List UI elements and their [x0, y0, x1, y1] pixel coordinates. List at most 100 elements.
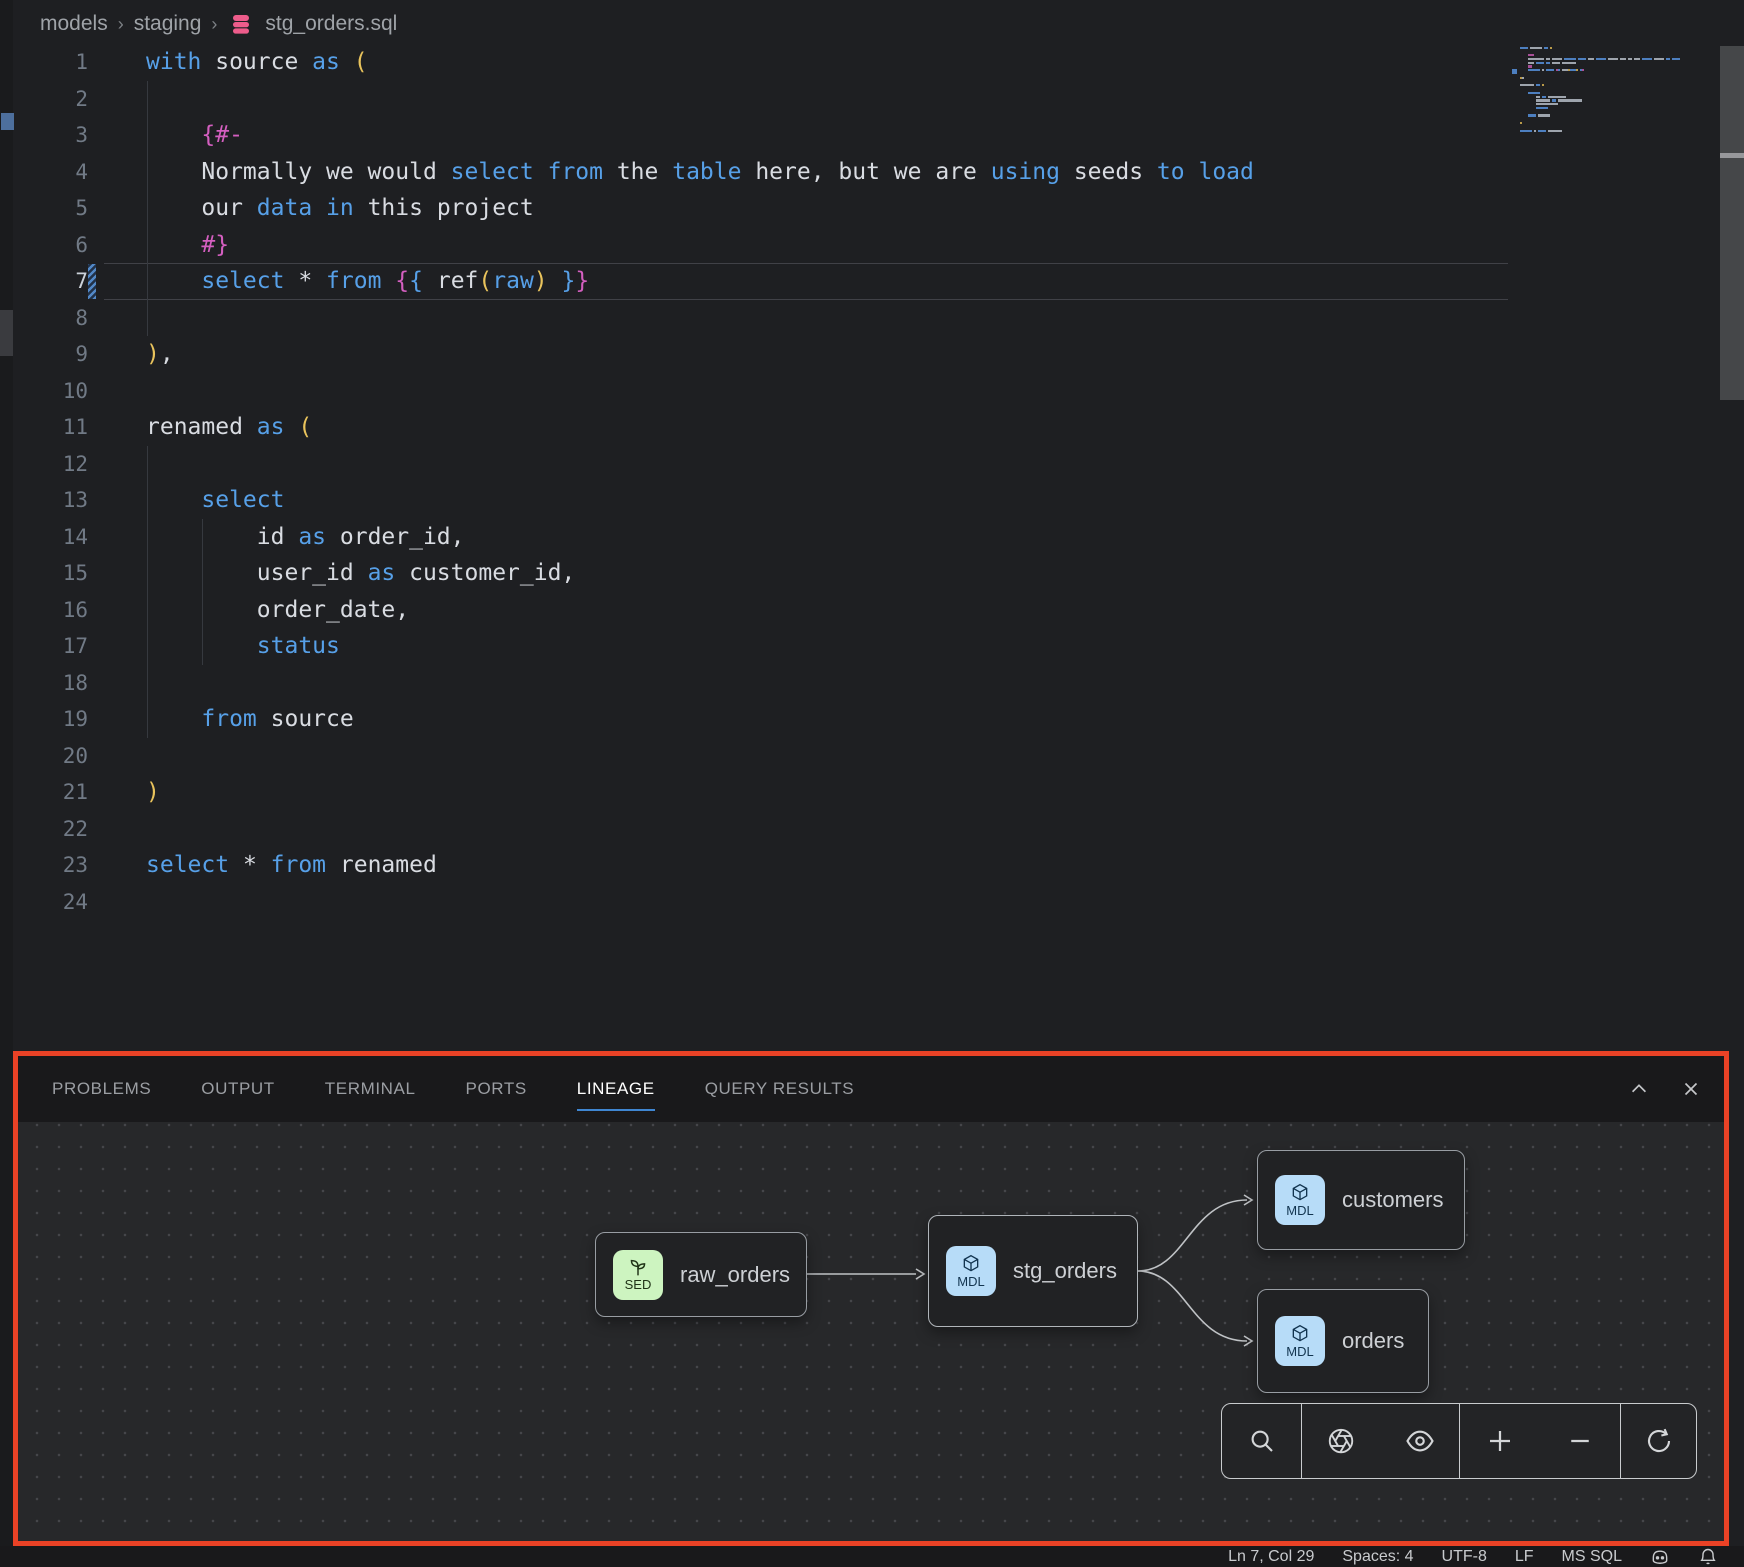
node-label: raw_orders: [680, 1262, 790, 1288]
gutter-line-number: 6: [30, 227, 88, 264]
scrollbar[interactable]: [1720, 46, 1744, 1040]
gutter-line-number: 19: [30, 701, 88, 738]
code-line[interactable]: {#-: [146, 117, 243, 154]
gutter-line-number: 3: [30, 117, 88, 154]
notifications-button[interactable]: [1698, 1547, 1718, 1567]
cube-icon: [1290, 1183, 1310, 1203]
gutter-line-number: 14: [30, 519, 88, 556]
chevron-right-icon: ›: [211, 14, 217, 35]
lineage-node-customers[interactable]: MDL customers: [1257, 1150, 1465, 1250]
breadcrumb-item-staging[interactable]: staging: [134, 12, 202, 36]
breadcrumb-item-models[interactable]: models: [40, 12, 108, 36]
gutter-line-number: 1: [30, 44, 88, 81]
gutter-line-number: 18: [30, 665, 88, 702]
code-line[interactable]: status: [146, 628, 340, 665]
gutter-line-number: 5: [30, 190, 88, 227]
database-icon: [229, 12, 253, 36]
code-line[interactable]: order_date,: [146, 592, 409, 629]
panel-close-button[interactable]: [1680, 1078, 1702, 1100]
seed-badge: SED: [613, 1250, 663, 1300]
gutter-line-number: 9: [30, 336, 88, 373]
gutter-line-number: 23: [30, 847, 88, 884]
tab-problems[interactable]: PROBLEMS: [52, 1073, 151, 1105]
aperture-icon: [1326, 1426, 1356, 1456]
indentation[interactable]: Spaces: 4: [1342, 1548, 1413, 1566]
left-edge-grip[interactable]: [0, 310, 13, 356]
code-line[interactable]: our data in this project: [146, 190, 534, 227]
edge-stg-to-orders: [1138, 1271, 1247, 1341]
search-icon: [1247, 1426, 1277, 1456]
refresh-icon: [1644, 1426, 1674, 1456]
eye-icon: [1405, 1426, 1435, 1456]
tab-output[interactable]: OUTPUT: [201, 1073, 274, 1105]
code-line[interactable]: Normally we would select from the table …: [146, 154, 1254, 191]
gutter-line-number: 20: [30, 738, 88, 775]
overview-ruler-modified-decoration: [1, 113, 14, 130]
code-line[interactable]: #}: [146, 227, 229, 264]
copilot-icon: [1650, 1547, 1670, 1567]
panel-tab-bar: PROBLEMS OUTPUT TERMINAL PORTS LINEAGE Q…: [18, 1056, 1724, 1122]
code-line[interactable]: select * from {{ ref(raw) }}: [146, 263, 589, 300]
node-label: orders: [1342, 1328, 1404, 1354]
tab-terminal[interactable]: TERMINAL: [325, 1073, 416, 1105]
scrollbar-thumb[interactable]: [1720, 46, 1744, 400]
gutter-line-number: 13: [30, 482, 88, 519]
gutter-line-number: 16: [30, 592, 88, 629]
seedling-icon: [628, 1259, 648, 1277]
code-line[interactable]: select * from renamed: [146, 847, 437, 884]
chevron-right-icon: ›: [118, 14, 124, 35]
visibility-button[interactable]: [1405, 1426, 1435, 1456]
lineage-node-orders[interactable]: MDL orders: [1257, 1289, 1429, 1393]
panel-maximize-button[interactable]: [1628, 1078, 1650, 1100]
zoom-in-icon: [1485, 1426, 1515, 1456]
tab-lineage[interactable]: LINEAGE: [577, 1073, 655, 1105]
lineage-toolbar: [1221, 1403, 1697, 1479]
gutter-line-number: 4: [30, 154, 88, 191]
breadcrumb-item-file[interactable]: stg_orders.sql: [265, 12, 397, 36]
code-line[interactable]: from source: [146, 701, 354, 738]
cube-icon: [1290, 1324, 1310, 1344]
aperture-button[interactable]: [1326, 1426, 1356, 1456]
bottom-panel-highlighted: PROBLEMS OUTPUT TERMINAL PORTS LINEAGE Q…: [13, 1051, 1729, 1546]
zoom-out-button[interactable]: [1565, 1426, 1595, 1456]
gutter-line-number: 2: [30, 81, 88, 118]
cube-icon: [961, 1254, 981, 1274]
code-line[interactable]: id as order_id,: [146, 519, 465, 556]
breadcrumb: models › staging › stg_orders.sql: [40, 8, 397, 40]
search-button[interactable]: [1247, 1426, 1277, 1456]
left-edge-strip: [0, 0, 13, 1567]
lineage-node-raw-orders[interactable]: SED raw_orders: [595, 1232, 807, 1317]
zoom-in-button[interactable]: [1485, 1426, 1515, 1456]
gutter-line-number: 24: [30, 884, 88, 921]
cursor-position[interactable]: Ln 7, Col 29: [1228, 1548, 1314, 1566]
minimap[interactable]: [1520, 46, 1696, 142]
code-line[interactable]: ): [146, 774, 160, 811]
gutter-line-number: 8: [30, 300, 88, 337]
overview-ruler-band: [1720, 153, 1744, 158]
zoom-out-icon: [1565, 1426, 1595, 1456]
minimap-modified-marker: [1512, 69, 1517, 74]
gutter-line-number: 17: [30, 628, 88, 665]
copilot-button[interactable]: [1650, 1547, 1670, 1567]
encoding[interactable]: UTF-8: [1442, 1548, 1487, 1566]
code-line[interactable]: user_id as customer_id,: [146, 555, 575, 592]
tab-ports[interactable]: PORTS: [466, 1073, 527, 1105]
lineage-canvas[interactable]: SED raw_orders MDL stg_orders: [18, 1122, 1724, 1541]
tab-query-results[interactable]: QUERY RESULTS: [705, 1073, 855, 1105]
node-label: customers: [1342, 1187, 1443, 1213]
code-line[interactable]: select: [146, 482, 284, 519]
status-bar: Ln 7, Col 29 Spaces: 4 UTF-8 LF MS SQL: [0, 1546, 1744, 1567]
gutter-line-number: 12: [30, 446, 88, 483]
gutter-line-number: 11: [30, 409, 88, 446]
refresh-button[interactable]: [1644, 1426, 1674, 1456]
language-mode[interactable]: MS SQL: [1562, 1548, 1622, 1566]
eol-sequence[interactable]: LF: [1515, 1548, 1534, 1566]
gutter-line-number: 15: [30, 555, 88, 592]
node-label: stg_orders: [1013, 1258, 1117, 1284]
code-line[interactable]: with source as (: [146, 44, 368, 81]
lineage-node-stg-orders[interactable]: MDL stg_orders: [928, 1215, 1138, 1327]
gutter-line-number: 22: [30, 811, 88, 848]
bell-icon: [1698, 1547, 1718, 1567]
code-line[interactable]: ),: [146, 336, 174, 373]
code-line[interactable]: renamed as (: [146, 409, 312, 446]
